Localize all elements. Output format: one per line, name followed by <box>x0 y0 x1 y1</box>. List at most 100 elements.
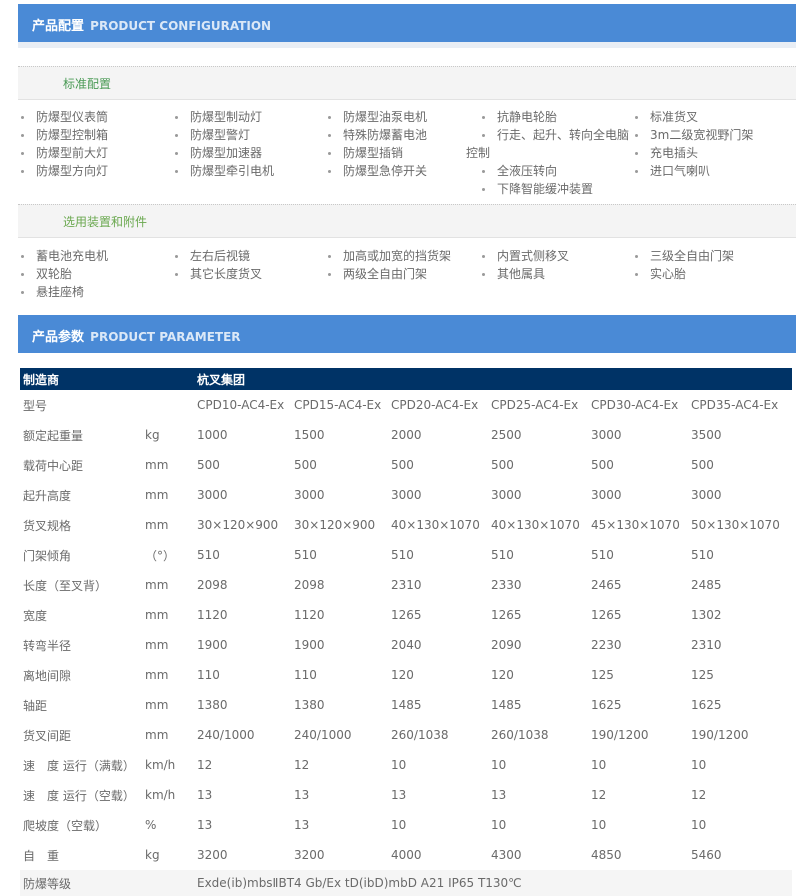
param-value: 10 <box>391 758 407 772</box>
param-value: CPD30-AC4-Ex <box>591 398 679 412</box>
table-row: 宽度 mm 1120 1120 1265 1265 1265 1302 <box>20 600 792 630</box>
param-label: 载荷中心距 <box>23 458 84 473</box>
list-item: 特殊防爆蓄电池 <box>327 126 427 144</box>
param-value: 4850 <box>591 848 622 862</box>
param-value: 1625 <box>591 698 622 712</box>
param-value: 30×120×900 <box>197 518 279 532</box>
list-item: 下降智能缓冲装置 <box>481 180 629 198</box>
explosion-grade-label: 防爆等级 <box>20 870 142 896</box>
param-unit: （°） <box>145 548 176 563</box>
param-value: 40×130×1070 <box>391 518 480 532</box>
table-row: 门架倾角 （°） 510 510 510 510 510 510 <box>20 540 792 570</box>
param-label: 长度（至叉背） <box>23 578 108 593</box>
parameter-table: 制造商 杭叉集团 型号 CPD10-AC4-Ex CPD15-AC4-Ex CPD20… <box>20 368 793 896</box>
param-value: 2485 <box>691 578 722 592</box>
param-value: 240/1000 <box>294 728 352 742</box>
param-value: 2098 <box>197 578 228 592</box>
table-row: 爬坡度（空载）% 13 13 10 10 10 10 <box>20 810 792 840</box>
param-value: 110 <box>294 668 317 682</box>
param-value: 1000 <box>197 428 228 442</box>
list-item: 防爆型前大灯 <box>20 144 108 162</box>
param-unit <box>142 390 194 420</box>
param-value: 1265 <box>391 608 422 622</box>
param-value: 510 <box>491 548 514 562</box>
table-row: 自 重 kg 3200 3200 4000 4300 4850 5460 <box>20 840 792 870</box>
param-value: 120 <box>491 668 514 682</box>
list-item: 全液压转向 <box>481 162 629 180</box>
param-value: 2310 <box>391 578 422 592</box>
table-row: 载荷中心距 mm 500 500 500 500 500 500 <box>20 450 792 480</box>
param-value: 510 <box>591 548 614 562</box>
param-unit: mm <box>145 728 169 742</box>
table-header-row: 制造商 杭叉集团 <box>20 368 793 390</box>
param-unit: mm <box>145 458 169 472</box>
param-value: 10 <box>591 758 607 772</box>
param-value: 2230 <box>591 638 622 652</box>
param-value: 13 <box>197 818 213 832</box>
list-item: 其它长度货叉 <box>174 265 262 283</box>
list-item: 两级全自由门架 <box>327 265 451 283</box>
param-value: 1380 <box>197 698 228 712</box>
param-value: 13 <box>294 788 310 802</box>
param-value: 120 <box>391 668 414 682</box>
param-unit: mm <box>145 638 169 652</box>
param-value: CPD15-AC4-Ex <box>294 398 382 412</box>
param-value: 1120 <box>197 608 228 622</box>
config-title-cn: 产品配置 <box>32 19 85 34</box>
standard-col-3: 防爆型油泵电机 特殊防爆蓄电池 防爆型插销 防爆型急停开关 <box>327 108 427 180</box>
param-value: 500 <box>491 458 514 472</box>
param-value: 2465 <box>591 578 622 592</box>
param-value: 190/1200 <box>591 728 649 742</box>
standard-config-title: 标准配置 <box>63 77 112 91</box>
config-section-header: 产品配置 PRODUCT CONFIGURATION <box>18 4 796 42</box>
param-value: 510 <box>294 548 317 562</box>
table-row: 速 度 运行（空载） km/h 13 13 13 13 12 12 <box>20 780 792 810</box>
param-value: 500 <box>391 458 414 472</box>
param-unit: mm <box>145 578 169 592</box>
param-value: 10 <box>491 758 507 772</box>
table-row: 速 度 运行（满载） km/h 12 12 10 10 10 10 <box>20 750 792 780</box>
config-title-en: PRODUCT CONFIGURATION <box>90 19 272 33</box>
param-value: 510 <box>391 548 414 562</box>
list-item: 防爆型加速器 <box>174 144 274 162</box>
standard-col-5: 标准货叉 3m二级宽视野门架 充电插头 进口气喇叭 <box>634 108 753 180</box>
param-value: 500 <box>197 458 220 472</box>
table-row: 额定起重量 kg 1000 1500 2000 2500 3000 3500 <box>20 420 792 450</box>
param-label: 货叉规格 <box>23 518 72 533</box>
param-value: 50×130×1070 <box>691 518 780 532</box>
param-value: 3000 <box>197 488 228 502</box>
param-value: 2500 <box>491 428 522 442</box>
list-item: 行走、起升、转向全电脑 <box>481 126 629 144</box>
param-value: 510 <box>691 548 714 562</box>
param-value: 110 <box>197 668 220 682</box>
param-value: 125 <box>591 668 614 682</box>
list-item: 防爆型控制箱 <box>20 126 108 144</box>
param-value: 5460 <box>691 848 722 862</box>
param-value: CPD25-AC4-Ex <box>491 398 579 412</box>
optional-col-4: 内置式侧移叉 其他属具 <box>481 247 569 283</box>
param-value: 2040 <box>391 638 422 652</box>
table-row-explosion-grade: 防爆等级 Exde(ib)mbsⅡBT4 Gb/Ex tD(ibD)mbD A21… <box>20 870 793 896</box>
param-unit: km/h <box>145 788 176 802</box>
param-title-cn: 产品参数 <box>32 330 85 345</box>
param-label: 转弯半径 <box>23 638 72 653</box>
manufacturer-value: 杭叉集团 <box>194 368 793 390</box>
list-item: 蓄电池充电机 <box>20 247 108 265</box>
list-item: 双轮胎 <box>20 265 108 283</box>
param-value: CPD10-AC4-Ex <box>197 398 285 412</box>
optional-col-2: 左右后视镜 其它长度货叉 <box>174 247 262 283</box>
optional-col-1: 蓄电池充电机 双轮胎 悬挂座椅 <box>20 247 108 301</box>
param-value: 3200 <box>294 848 325 862</box>
list-item: 防爆型牵引电机 <box>174 162 274 180</box>
param-value: 3000 <box>691 488 722 502</box>
param-value: 2310 <box>691 638 722 652</box>
optional-config-title: 选用装置和附件 <box>63 215 148 229</box>
param-value: 1500 <box>294 428 325 442</box>
param-label: 门架倾角 <box>23 548 72 563</box>
param-value: 12 <box>591 788 607 802</box>
manufacturer-label: 制造商 <box>20 368 142 390</box>
param-value: 12 <box>197 758 213 772</box>
list-item: 防爆型方向灯 <box>20 162 108 180</box>
list-item: 3m二级宽视野门架 <box>634 126 753 144</box>
param-unit: % <box>145 818 157 832</box>
